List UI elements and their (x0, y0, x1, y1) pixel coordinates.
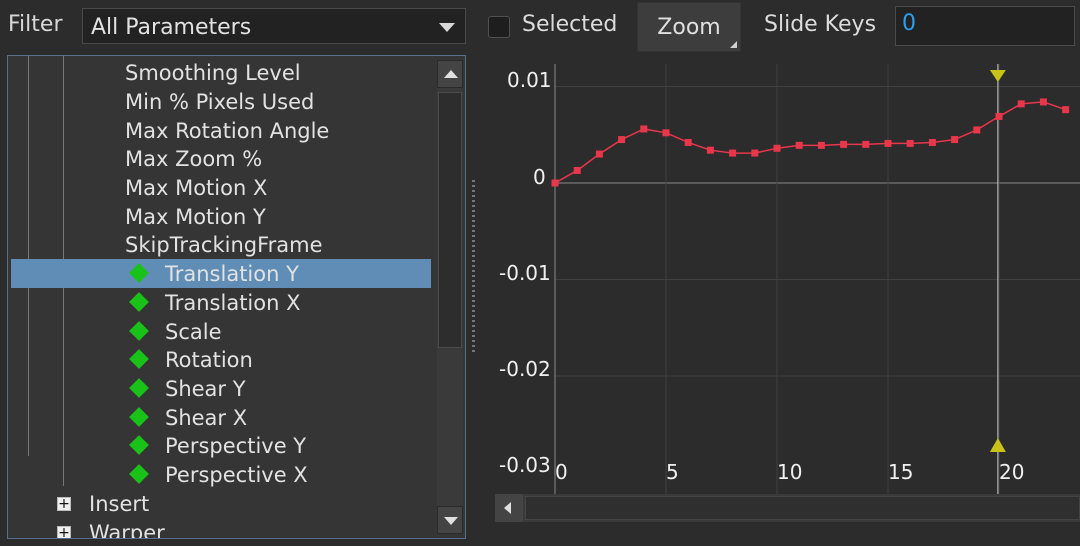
plus-icon: + (58, 496, 70, 512)
keyframe-point[interactable] (595, 150, 603, 158)
scroll-track[interactable] (525, 496, 1080, 520)
tree-item-keyed[interactable]: Perspective X (165, 461, 308, 489)
filter-label: Filter (8, 12, 63, 37)
tree-item-param[interactable]: Min % Pixels Used (125, 88, 314, 116)
tree-scrollbar[interactable] (437, 60, 463, 534)
slide-keys-input[interactable]: 0 (895, 6, 1075, 46)
zoom-button[interactable]: Zoom (637, 2, 741, 52)
slide-keys-label: Slide Keys (764, 12, 877, 37)
keyframe-point[interactable] (995, 112, 1003, 120)
chevron-down-icon (439, 23, 455, 32)
tree-item-param[interactable]: Max Motion Y (125, 203, 266, 231)
curve-graph-canvas[interactable] (495, 64, 1080, 494)
scroll-thumb[interactable] (438, 92, 462, 348)
keyframe-point[interactable] (951, 136, 959, 144)
keyframe-point[interactable] (906, 139, 914, 147)
scroll-down-button[interactable] (437, 506, 463, 534)
playhead-top-marker-icon (989, 70, 1006, 82)
y-tick-label: -0.02 (499, 357, 551, 381)
graph-horizontal-scrollbar[interactable] (495, 494, 1080, 522)
expand-icon[interactable]: + (57, 525, 71, 538)
keyframe-point[interactable] (973, 126, 981, 134)
slide-keys-value: 0 (902, 11, 916, 36)
keyframe-diamond-icon (129, 349, 149, 369)
tree-item-param[interactable]: Max Zoom % (125, 145, 262, 173)
scroll-left-button[interactable] (495, 494, 523, 522)
filter-dropdown[interactable]: All Parameters (82, 8, 466, 44)
tree-item-param[interactable]: SkipTrackingFrame (125, 231, 323, 259)
curve-graph[interactable]: 0.01 0 -0.01 -0.02 -0.03 0 5 10 15 20 (495, 64, 1080, 494)
tree-item-keyed[interactable]: Shear Y (165, 375, 246, 403)
keyframe-point[interactable] (1039, 98, 1047, 106)
tree-item-keyed[interactable]: Rotation (165, 346, 253, 374)
x-tick-label: 20 (999, 460, 1025, 484)
scroll-up-button[interactable] (437, 60, 463, 88)
playhead-bottom-marker-icon (989, 438, 1006, 452)
keyframe-point[interactable] (662, 129, 670, 137)
y-tick-label: -0.01 (499, 261, 551, 285)
tree-item-group[interactable]: Warper (89, 519, 165, 538)
x-tick-label: 15 (888, 460, 914, 484)
keyframe-diamond-icon (129, 321, 149, 341)
keyframe-point[interactable] (817, 141, 825, 149)
keyframe-point[interactable] (884, 139, 892, 147)
keyframe-point[interactable] (773, 144, 781, 152)
keyframe-diamond-icon (129, 435, 149, 455)
tree-item-keyed-selected[interactable]: Translation Y (165, 260, 299, 288)
tree-item-keyed[interactable]: Perspective Y (165, 432, 306, 460)
arrow-left-icon (504, 502, 511, 514)
keyframe-point[interactable] (1062, 106, 1070, 114)
keyframe-diamond-icon (129, 378, 149, 398)
keyframe-point[interactable] (751, 149, 759, 157)
keyframe-point[interactable] (684, 138, 692, 146)
plus-icon: + (58, 525, 70, 539)
keyframe-point[interactable] (1017, 100, 1025, 108)
keyframe-diamond-icon (129, 464, 149, 484)
keyframe-point[interactable] (729, 149, 737, 157)
dropdown-corner-icon (730, 41, 737, 48)
keyframe-point[interactable] (618, 136, 626, 144)
keyframe-diamond-icon (129, 407, 149, 427)
keyframe-point[interactable] (573, 166, 581, 174)
parameter-tree[interactable]: Smoothing Level Min % Pixels Used Max Ro… (7, 55, 466, 539)
panel-splitter[interactable] (472, 180, 475, 352)
arrow-up-icon (444, 70, 458, 78)
tree-item-param[interactable]: Max Rotation Angle (125, 117, 329, 145)
expand-icon[interactable]: + (57, 496, 71, 512)
keyframe-diamond-icon (129, 292, 149, 312)
keyframe-point[interactable] (706, 146, 714, 154)
selected-checkbox[interactable] (488, 16, 510, 38)
zoom-button-label: Zoom (657, 15, 721, 40)
tree-item-keyed[interactable]: Translation X (165, 289, 301, 317)
tree-item-keyed[interactable]: Scale (165, 318, 222, 346)
selected-label: Selected (522, 12, 618, 37)
x-tick-label: 10 (777, 460, 803, 484)
keyframe-point[interactable] (928, 138, 936, 146)
tree-item-keyed[interactable]: Shear X (165, 404, 247, 432)
x-tick-label: 0 (555, 460, 568, 484)
curve-line (554, 101, 1066, 184)
keyframe-point[interactable] (862, 140, 870, 148)
y-tick-label: 0.01 (507, 68, 552, 92)
arrow-down-icon (444, 517, 458, 525)
keyframe-point[interactable] (795, 141, 803, 149)
keyframe-point[interactable] (640, 125, 648, 133)
tree-item-param[interactable]: Max Motion X (125, 174, 267, 202)
keyframe-point[interactable] (551, 179, 559, 187)
tree-guide-line (28, 56, 29, 456)
y-tick-label: 0 (533, 165, 546, 189)
filter-dropdown-value: All Parameters (91, 15, 252, 40)
tree-item-group[interactable]: Insert (89, 490, 149, 518)
keyframe-point[interactable] (840, 140, 848, 148)
y-tick-label: -0.03 (499, 453, 551, 477)
x-tick-label: 5 (666, 460, 679, 484)
tree-item-param[interactable]: Smoothing Level (125, 59, 301, 87)
